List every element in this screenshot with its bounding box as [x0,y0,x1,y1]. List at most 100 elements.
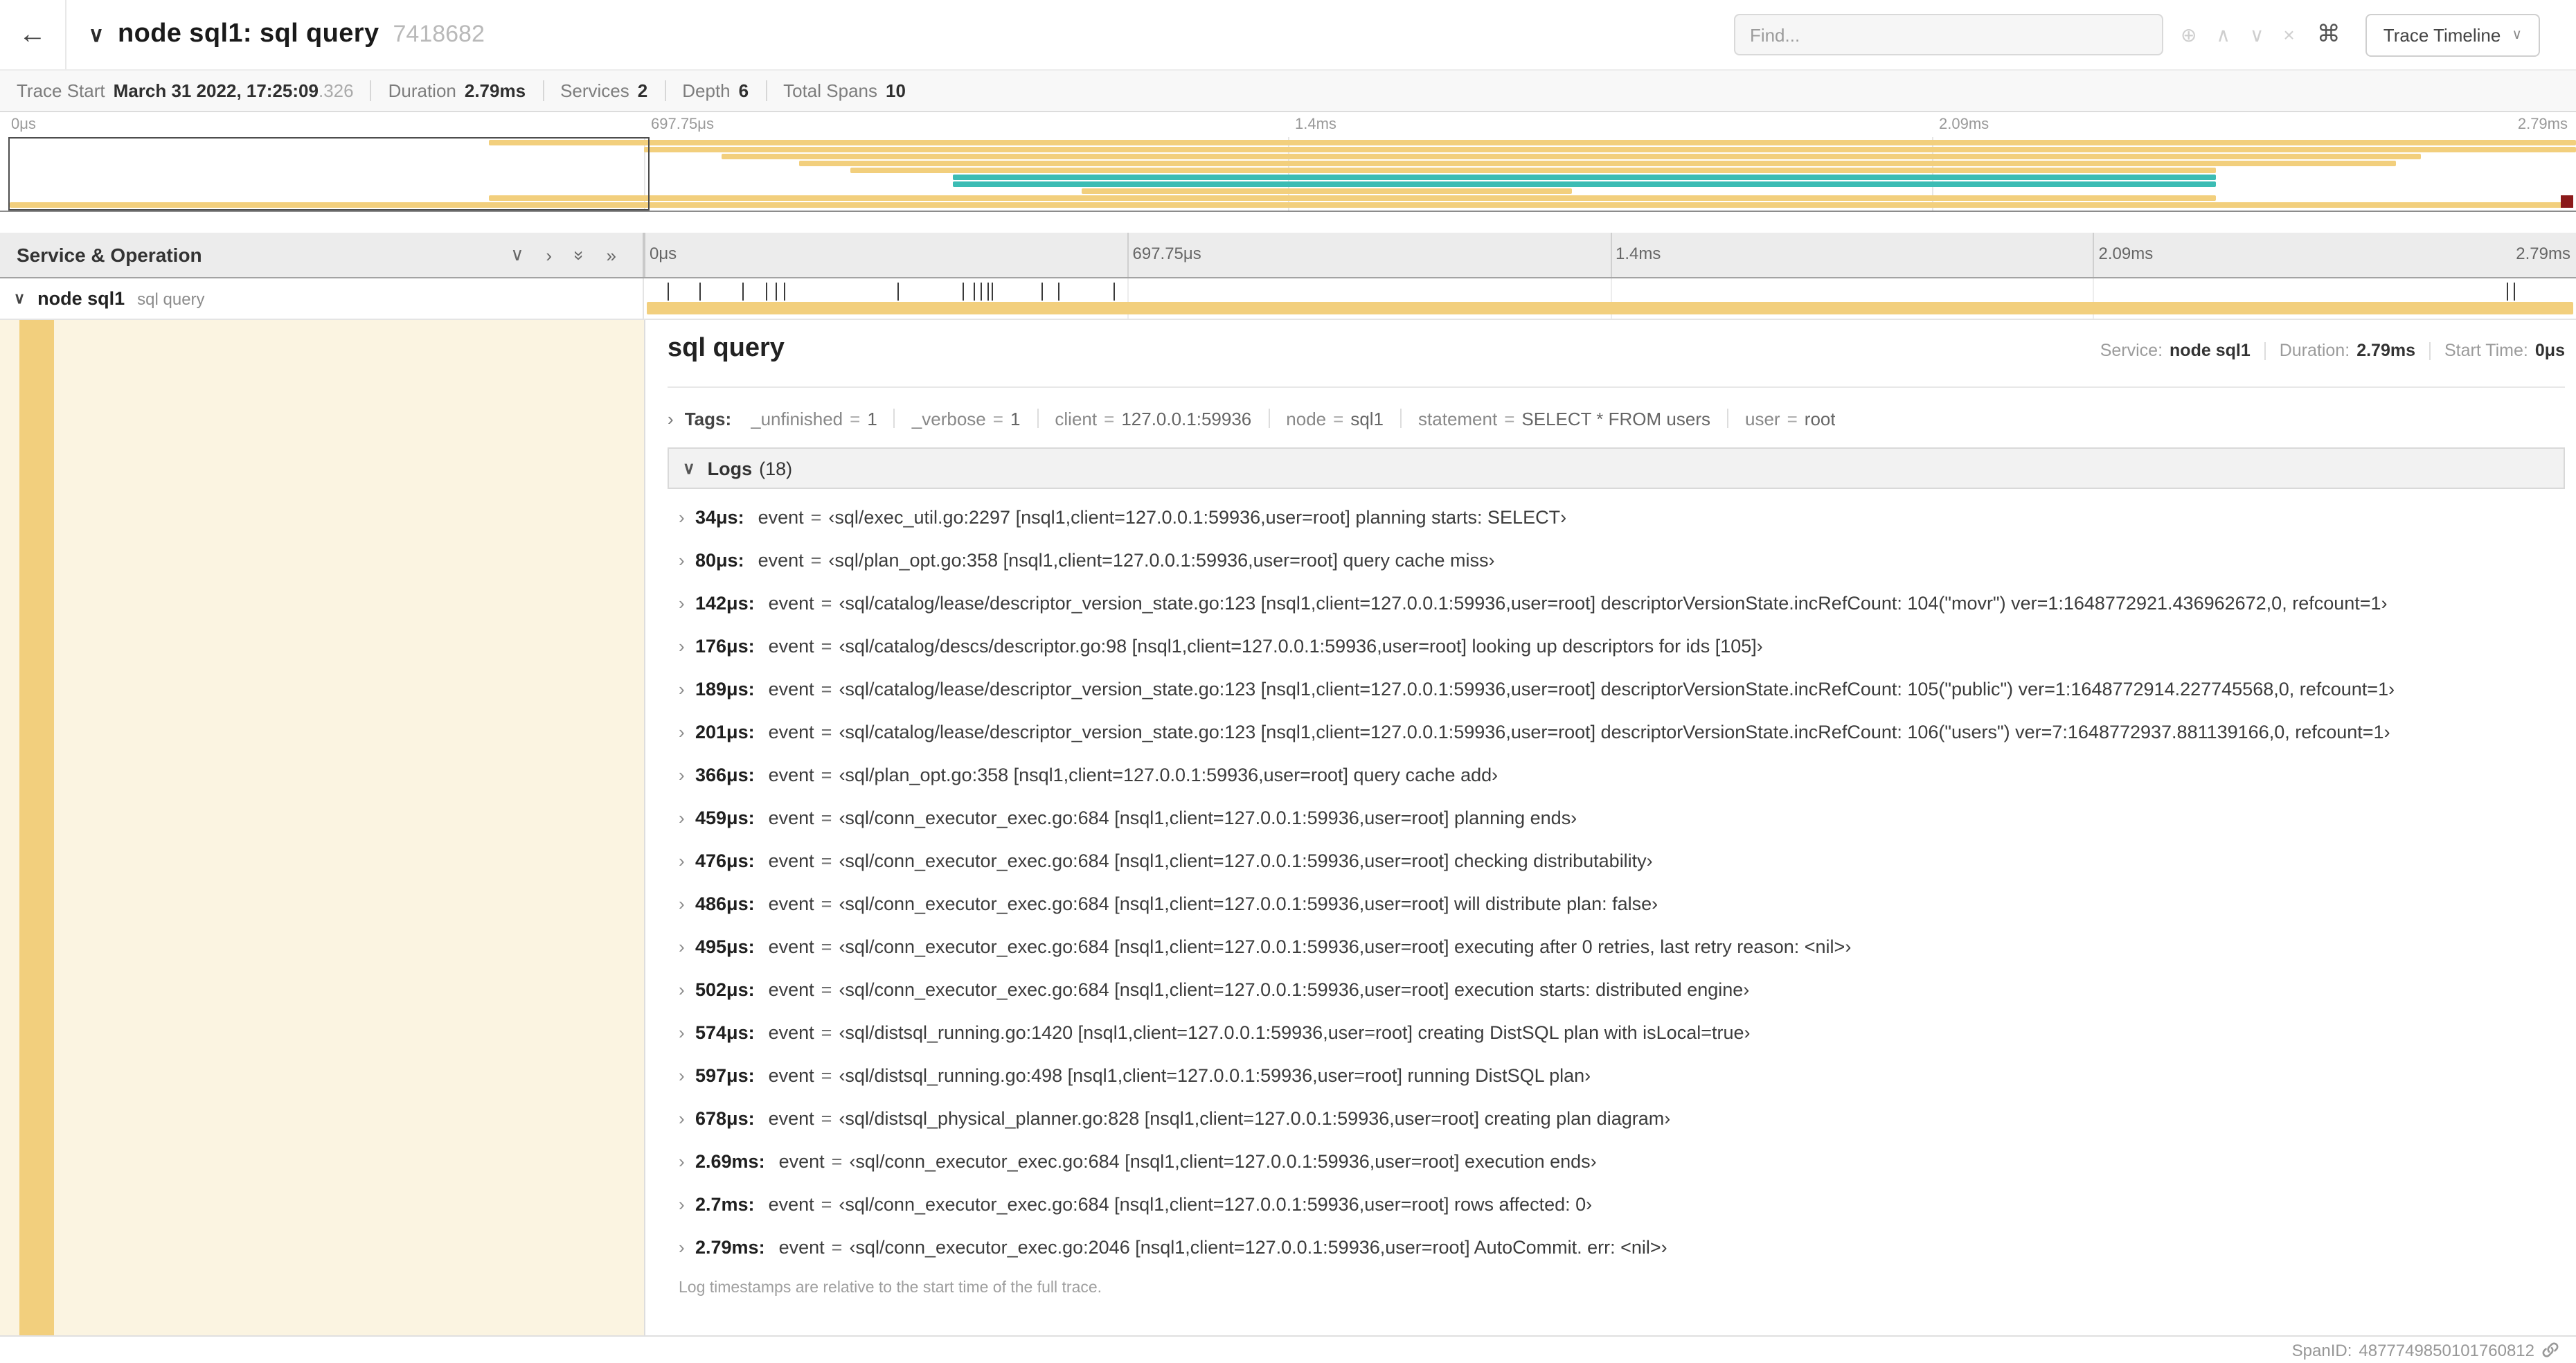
collapse-one-icon[interactable]: ∨ [510,244,524,266]
summary-item: Trace Start March 31 2022, 17:25:09.326 [17,80,354,101]
log-entry[interactable]: › 574μs: event = ‹sql/distsql_running.go:142… [668,1011,2565,1054]
prev-result-icon[interactable]: ∧ [2216,23,2230,46]
trace-expand-chevron-icon[interactable]: ∨ [89,22,104,47]
summary-label: Trace Start [17,80,105,101]
find-input[interactable] [1734,14,2164,55]
log-entry[interactable]: › 201μs: event = ‹sql/catalog/lease/descript… [668,711,2565,754]
tag-key: user [1745,408,1780,429]
span-row[interactable]: ∨ node sql1 sql query [0,278,2576,320]
log-tick [667,283,669,301]
ruler-tick-label: 2.79ms [2516,244,2570,263]
axis-tick-label: 1.4ms [1295,116,1336,133]
log-timestamp: 597μs: [695,1065,755,1086]
chevron-right-icon: › [679,679,685,700]
meta-item: Service: node sql1 [2100,341,2251,360]
log-entry[interactable]: › 366μs: event = ‹sql/plan_opt.go:358 [nsql1… [668,754,2565,796]
summary-divider [664,80,666,101]
minimap-canvas[interactable] [0,137,2576,212]
chevron-right-icon: › [679,808,685,828]
log-entry[interactable]: › 459μs: event = ‹sql/conn_executor_exec.go:… [668,796,2565,839]
span-name-column[interactable]: ∨ node sql1 sql query [0,278,644,319]
tag-item: client = 127.0.0.1:59936 [1055,408,1251,429]
tags-row[interactable]: › Tags: _unfinished = 1 _verbose = 1 client = 12… [668,400,2565,436]
expand-one-icon[interactable]: › [546,244,552,265]
meta-value: 0μs [2534,341,2565,360]
log-entry[interactable]: › 2.7ms: event = ‹sql/conn_executor_exec.go:… [668,1183,2565,1226]
log-field-key: event [768,808,814,828]
minimap-scrubber[interactable] [8,137,650,211]
expand-all-icon[interactable]: » [607,244,616,265]
log-entry[interactable]: › 2.69ms: event = ‹sql/conn_executor_exec.go… [668,1140,2565,1183]
logs-header[interactable]: ∨ Logs (18) [668,447,2565,489]
log-entry[interactable]: › 495μs: event = ‹sql/conn_executor_exec.go:… [668,925,2565,968]
log-entry[interactable]: › 597μs: event = ‹sql/distsql_running.go:498… [668,1054,2565,1097]
summary-divider [370,80,372,101]
tag-key: node [1286,408,1327,429]
log-entry[interactable]: › 176μs: event = ‹sql/catalog/descs/descript… [668,625,2565,668]
log-field-value: ‹sql/conn_executor_exec.go:684 [nsql1,cl… [849,1151,1597,1172]
link-icon[interactable] [2541,1341,2559,1359]
axis-tick-label: 2.09ms [1939,116,1989,133]
minimap-end-marker [2561,195,2573,208]
log-entry[interactable]: › 34μs: event = ‹sql/exec_util.go:2297 [nsql… [668,496,2565,539]
keyboard-shortcuts-icon[interactable]: ⌘ [2317,21,2341,48]
minimap-span-bar [489,140,2576,145]
tag-divider [1727,409,1728,428]
view-select-label: Trace Timeline [2383,24,2501,45]
log-timestamp: 34μs: [695,507,744,528]
detail-span-title: sql query [668,334,785,363]
chevron-down-icon: ∨ [2512,27,2522,42]
tag-key: client [1055,408,1098,429]
log-entry[interactable]: › 502μs: event = ‹sql/conn_executor_exec.go:… [668,968,2565,1011]
find-zoom-icon[interactable]: ⊕ [2181,23,2197,46]
log-tick [981,283,982,301]
clear-find-icon[interactable]: × [2283,24,2294,46]
timeline-column-header: Service & Operation ∨ › » » 0μs 697.75μs 1… [0,233,2576,278]
log-entry[interactable]: › 476μs: event = ‹sql/conn_executor_exec.go:… [668,839,2565,882]
view-select-button[interactable]: Trace Timeline ∨ [2365,13,2540,56]
log-field-equals: = [821,808,832,828]
tag-divider [1037,409,1039,428]
log-tick [992,283,993,301]
log-fields: event = ‹sql/conn_executor_exec.go:684 [ns… [769,808,1577,828]
log-field-equals: = [821,593,832,614]
span-expand-chevron-icon[interactable]: ∨ [14,289,25,308]
log-entry[interactable]: › 2.79ms: event = ‹sql/conn_executor_exec.go… [668,1226,2565,1269]
log-entry[interactable]: › 189μs: event = ‹sql/catalog/lease/descript… [668,668,2565,711]
summary-divider [542,80,544,101]
log-entry[interactable]: › 486μs: event = ‹sql/conn_executor_exec.go:… [668,882,2565,925]
log-field-value: ‹sql/plan_opt.go:358 [nsql1,client=127.0… [839,765,1499,785]
next-result-icon[interactable]: ∨ [2250,23,2264,46]
log-field-value: ‹sql/conn_executor_exec.go:2046 [nsql1,c… [849,1237,1667,1258]
log-field-value: ‹sql/distsql_physical_planner.go:828 [ns… [839,1108,1671,1129]
tag-value: sql1 [1350,408,1384,429]
ruler-tick-label: 2.09ms [2098,244,2154,263]
collapse-all-icon[interactable]: » [569,250,589,260]
log-field-key: event [768,593,814,614]
meta-value: 2.79ms [2356,341,2415,360]
log-fields: event = ‹sql/distsql_running.go:1420 [nsql… [769,1022,1751,1043]
log-timestamp: 502μs: [695,979,755,1000]
log-entry[interactable]: › 142μs: event = ‹sql/catalog/lease/descript… [668,582,2565,625]
log-entry[interactable]: › 678μs: event = ‹sql/distsql_physical_plann… [668,1097,2565,1140]
trace-title: node sql1: sql query [117,19,379,48]
back-button[interactable]: ← [0,0,66,69]
logs-section: ∨ Logs (18) › 34μs: event = ‹sql/exec_util.g… [668,447,2565,1297]
log-field-equals: = [821,936,832,957]
log-field-value: ‹sql/distsql_running.go:1420 [nsql1,clie… [839,1022,1751,1043]
log-field-equals: = [821,979,832,1000]
log-field-value: ‹sql/conn_executor_exec.go:684 [nsql1,cl… [839,979,1750,1000]
log-fields: event = ‹sql/conn_executor_exec.go:2046 [n… [779,1237,1667,1258]
log-entries: › 34μs: event = ‹sql/exec_util.go:2297 [nsql… [668,489,2565,1269]
log-fields: event = ‹sql/conn_executor_exec.go:684 [ns… [769,850,1653,871]
log-entry[interactable]: › 80μs: event = ‹sql/plan_opt.go:358 [nsql1,… [668,539,2565,582]
summary-label: Depth [682,80,731,101]
axis-tick-label: 697.75μs [651,116,714,133]
tag-value: root [1804,408,1836,429]
log-fields: event = ‹sql/plan_opt.go:358 [nsql1,client… [769,765,1499,785]
log-field-equals: = [821,1108,832,1129]
span-meta: Service: node sql1 Duration: 2.79ms Start Ti… [2100,341,2565,360]
tag-equals: = [1333,408,1344,429]
span-timeline[interactable] [644,278,2576,319]
span-operation-name: sql query [137,289,205,308]
